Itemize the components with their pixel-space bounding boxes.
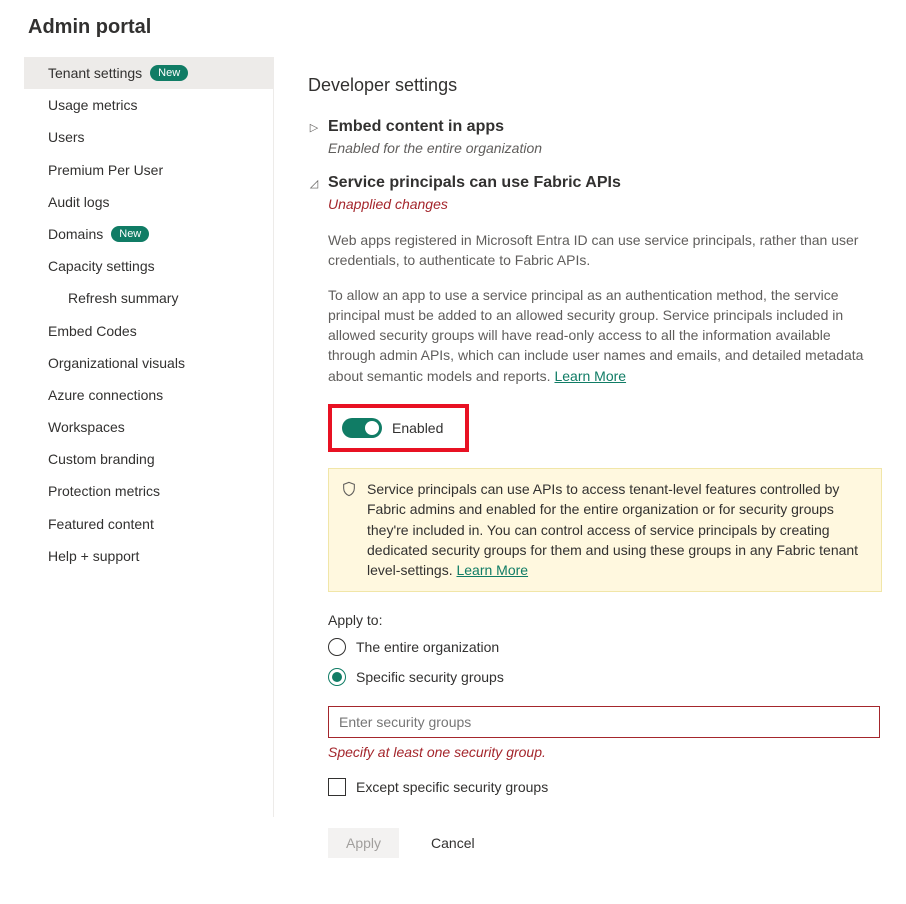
sidebar-item[interactable]: Organizational visuals <box>24 347 273 379</box>
sidebar-item-label: Premium Per User <box>48 161 163 179</box>
sidebar-item-label: Tenant settings <box>48 64 142 82</box>
new-badge: New <box>111 226 149 242</box>
setting-sp-status: Unapplied changes <box>328 196 882 212</box>
shield-icon <box>341 479 357 580</box>
enabled-toggle-callout: Enabled <box>328 404 469 452</box>
setting-embed-status: Enabled for the entire organization <box>328 140 882 156</box>
sidebar-item[interactable]: Protection metrics <box>24 475 273 507</box>
sidebar-item-label: Audit logs <box>48 193 109 211</box>
sidebar-item-label: Usage metrics <box>48 96 137 114</box>
sidebar-item[interactable]: Audit logs <box>24 186 273 218</box>
sidebar-item-label: Capacity settings <box>48 257 155 275</box>
sidebar-item-label: Protection metrics <box>48 482 160 500</box>
radio-specific-groups-label: Specific security groups <box>356 669 504 685</box>
info-box: Service principals can use APIs to acces… <box>328 468 882 591</box>
sidebar-item[interactable]: Workspaces <box>24 411 273 443</box>
main-content: Developer settings ▷ Embed content in ap… <box>274 57 882 888</box>
sidebar-item-label: Azure connections <box>48 386 163 404</box>
radio-icon <box>328 638 346 656</box>
sidebar: Tenant settings New Usage metrics Users Prem… <box>24 57 274 817</box>
info-box-text: Service principals can use APIs to acces… <box>367 481 858 578</box>
sidebar-item-label: Users <box>48 128 85 146</box>
sidebar-item[interactable]: Domains New <box>24 218 273 250</box>
sidebar-item[interactable]: Custom branding <box>24 443 273 475</box>
except-groups-checkbox[interactable]: Except specific security groups <box>328 778 882 796</box>
sidebar-item[interactable]: Tenant settings New <box>24 57 273 89</box>
radio-checked-icon <box>328 668 346 686</box>
sidebar-item[interactable]: Capacity settings <box>24 250 273 282</box>
enabled-toggle[interactable] <box>342 418 382 438</box>
sidebar-item[interactable]: Help + support <box>24 540 273 572</box>
sidebar-item-label: Help + support <box>48 547 139 565</box>
section-heading: Developer settings <box>308 75 882 96</box>
checkbox-icon <box>328 778 346 796</box>
page-title: Admin portal <box>24 16 882 39</box>
except-groups-label: Except specific security groups <box>356 779 548 795</box>
radio-entire-org[interactable]: The entire organization <box>328 638 882 656</box>
caret-down-icon[interactable]: ◿ <box>308 174 320 190</box>
setting-sp-desc2: To allow an app to use a service princip… <box>328 285 882 386</box>
sidebar-item[interactable]: Usage metrics <box>24 89 273 121</box>
setting-sp-desc1: Web apps registered in Microsoft Entra I… <box>328 230 882 271</box>
learn-more-link[interactable]: Learn More <box>554 368 626 384</box>
sidebar-item[interactable]: Users <box>24 121 273 153</box>
cancel-button[interactable]: Cancel <box>413 828 493 858</box>
sidebar-item[interactable]: Embed Codes <box>24 315 273 347</box>
sidebar-item-label: Workspaces <box>48 418 125 436</box>
new-badge: New <box>150 65 188 81</box>
enabled-toggle-label: Enabled <box>392 420 443 436</box>
setting-sp-title[interactable]: Service principals can use Fabric APIs <box>328 174 621 192</box>
sidebar-item-label: Organizational visuals <box>48 354 185 372</box>
apply-to-label: Apply to: <box>328 612 882 628</box>
sidebar-item-label: Embed Codes <box>48 322 137 340</box>
sidebar-item[interactable]: Refresh summary <box>24 282 273 314</box>
sidebar-item-label: Domains <box>48 225 103 243</box>
sidebar-item-label: Featured content <box>48 515 154 533</box>
apply-button[interactable]: Apply <box>328 828 399 858</box>
sidebar-item-label: Custom branding <box>48 450 155 468</box>
setting-embed-title[interactable]: Embed content in apps <box>328 118 504 136</box>
info-learn-more-link[interactable]: Learn More <box>456 562 528 578</box>
radio-entire-org-label: The entire organization <box>356 639 499 655</box>
security-groups-error: Specify at least one security group. <box>328 744 882 760</box>
radio-specific-groups[interactable]: Specific security groups <box>328 668 882 686</box>
security-groups-input[interactable] <box>328 706 880 738</box>
caret-right-icon[interactable]: ▷ <box>308 118 320 134</box>
sidebar-item[interactable]: Featured content <box>24 508 273 540</box>
sidebar-item-label: Refresh summary <box>68 289 178 307</box>
sidebar-item[interactable]: Premium Per User <box>24 154 273 186</box>
sidebar-item[interactable]: Azure connections <box>24 379 273 411</box>
toggle-knob-icon <box>365 421 379 435</box>
